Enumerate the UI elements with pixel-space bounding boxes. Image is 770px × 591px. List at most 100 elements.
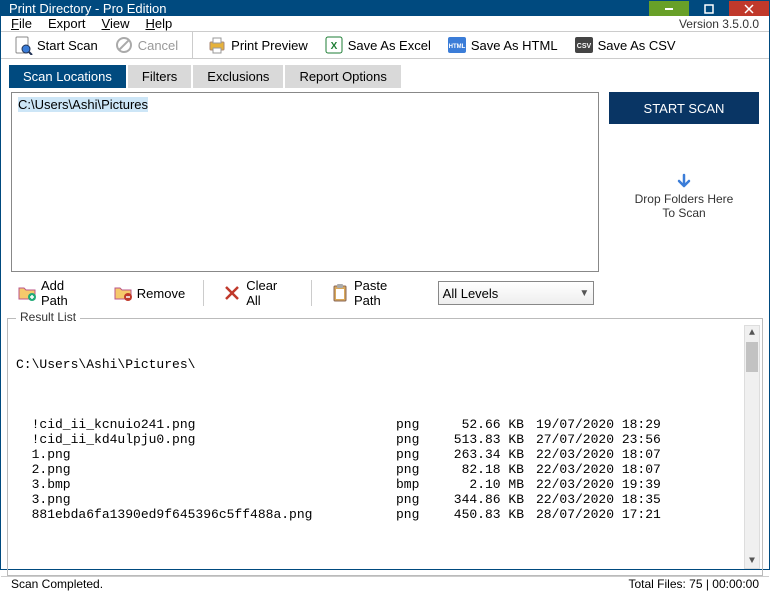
clear-all-button[interactable]: Clear All (216, 276, 299, 310)
app-window: Print Directory - Pro Edition File Expor… (0, 0, 770, 570)
save-csv-button[interactable]: CSV Save As CSV (568, 33, 682, 57)
printer-icon (207, 35, 227, 55)
close-button[interactable] (729, 1, 769, 16)
remove-path-button[interactable]: Remove (107, 281, 191, 305)
file-ext: png (396, 447, 441, 462)
scrollbar[interactable]: ▲ ▼ (744, 325, 760, 569)
file-size: 52.66 KB (441, 417, 536, 432)
clear-icon (222, 283, 242, 303)
start-scan-button[interactable]: Start Scan (7, 33, 104, 57)
excel-icon: X (324, 35, 344, 55)
print-preview-label: Print Preview (231, 38, 308, 53)
result-row[interactable]: 2.pngpng82.18 KB22/03/2020 18:07 (16, 462, 742, 477)
toolbar-separator (192, 32, 193, 58)
file-size: 450.83 KB (441, 507, 536, 522)
add-path-button[interactable]: Add Path (11, 276, 99, 310)
close-icon (744, 4, 754, 14)
window-title: Print Directory - Pro Edition (9, 1, 167, 16)
status-message: Scan Completed. (11, 577, 103, 591)
file-name: 3.png (16, 492, 396, 507)
titlebar-buttons (649, 1, 769, 16)
file-name: !cid_ii_kcnuio241.png (16, 417, 396, 432)
levels-dropdown[interactable]: All Levels ▼ (438, 281, 595, 305)
file-ext: png (396, 432, 441, 447)
tab-report-options[interactable]: Report Options (285, 65, 400, 88)
save-excel-label: Save As Excel (348, 38, 431, 53)
file-name: 881ebda6fa1390ed9f645396c5ff488a.png (16, 507, 396, 522)
add-path-label: Add Path (41, 278, 93, 308)
file-date: 22/03/2020 18:35 (536, 492, 696, 507)
file-ext: png (396, 417, 441, 432)
levels-value: All Levels (443, 286, 499, 301)
file-date: 19/07/2020 18:29 (536, 417, 696, 432)
result-row[interactable]: 1.pngpng263.34 KB22/03/2020 18:07 (16, 447, 742, 462)
file-ext: png (396, 507, 441, 522)
scroll-down-icon[interactable]: ▼ (745, 553, 759, 569)
svg-text:HTML: HTML (449, 44, 466, 50)
menu-items: File Export View Help (11, 16, 172, 31)
svg-text:X: X (330, 41, 337, 52)
paths-toolbar-sep-2 (311, 280, 312, 306)
save-excel-button[interactable]: X Save As Excel (318, 33, 437, 57)
status-totals: Total Files: 75 | 00:00:00 (628, 577, 759, 591)
file-name: 2.png (16, 462, 396, 477)
tabbar: Scan Locations Filters Exclusions Report… (1, 65, 769, 88)
result-row[interactable]: !cid_ii_kd4ulpju0.pngpng513.83 KB27/07/2… (16, 432, 742, 447)
start-scan-big-button[interactable]: START SCAN (609, 92, 759, 124)
save-html-button[interactable]: HTML Save As HTML (441, 33, 564, 57)
tab-scan-locations[interactable]: Scan Locations (9, 65, 126, 88)
file-name: 3.bmp (16, 477, 396, 492)
file-name: 1.png (16, 447, 396, 462)
clear-all-label: Clear All (246, 278, 293, 308)
file-date: 27/07/2020 23:56 (536, 432, 696, 447)
scroll-thumb[interactable] (746, 342, 758, 372)
maximize-button[interactable] (689, 1, 729, 16)
menu-export[interactable]: Export (48, 16, 86, 31)
path-item-selected[interactable]: C:\Users\Ashi\Pictures (18, 97, 148, 112)
file-ext: png (396, 492, 441, 507)
result-row[interactable]: 881ebda6fa1390ed9f645396c5ff488a.pngpng4… (16, 507, 742, 522)
chevron-down-icon: ▼ (579, 288, 589, 299)
paths-listbox[interactable]: C:\Users\Ashi\Pictures (11, 92, 599, 272)
print-preview-button[interactable]: Print Preview (201, 33, 314, 57)
result-header-path: C:\Users\Ashi\Pictures\ (16, 357, 742, 372)
cancel-icon (114, 35, 134, 55)
result-row[interactable]: 3.bmpbmp2.10 MB22/03/2020 19:39 (16, 477, 742, 492)
paste-path-label: Paste Path (354, 278, 416, 308)
toolbar: Start Scan Cancel Print Preview X Save A… (1, 32, 769, 59)
result-row[interactable]: 3.pngpng344.86 KB22/03/2020 18:35 (16, 492, 742, 507)
start-scan-label: Start Scan (37, 38, 98, 53)
minimize-icon (664, 4, 674, 14)
file-ext: png (396, 462, 441, 477)
paths-toolbar-sep (203, 280, 204, 306)
result-row[interactable]: !cid_ii_kcnuio241.pngpng52.66 KB19/07/20… (16, 417, 742, 432)
menubar: File Export View Help Version 3.5.0.0 (1, 16, 769, 32)
svg-text:CSV: CSV (576, 43, 591, 50)
down-arrow-icon (674, 172, 694, 192)
file-size: 263.34 KB (441, 447, 536, 462)
result-group: Result List C:\Users\Ashi\Pictures\ !cid… (7, 318, 763, 576)
version-label: Version 3.5.0.0 (679, 17, 759, 31)
folder-add-icon (17, 283, 37, 303)
tab-exclusions[interactable]: Exclusions (193, 65, 283, 88)
html-icon: HTML (447, 35, 467, 55)
save-html-label: Save As HTML (471, 38, 558, 53)
statusbar: Scan Completed. Total Files: 75 | 00:00:… (1, 576, 769, 591)
csv-icon: CSV (574, 35, 594, 55)
save-csv-label: Save As CSV (598, 38, 676, 53)
cancel-label: Cancel (138, 38, 178, 53)
result-list[interactable]: C:\Users\Ashi\Pictures\ !cid_ii_kcnuio24… (8, 319, 762, 575)
tab-filters[interactable]: Filters (128, 65, 191, 88)
scan-locations-panel: C:\Users\Ashi\Pictures START SCAN Drop F… (1, 88, 769, 272)
paste-path-button[interactable]: Paste Path (324, 276, 422, 310)
menu-view[interactable]: View (102, 16, 130, 31)
menu-help[interactable]: Help (146, 16, 173, 31)
drop-hint-line2: To Scan (662, 206, 705, 220)
paths-toolbar: Add Path Remove Clear All Paste Path All… (1, 272, 769, 316)
scroll-up-icon[interactable]: ▲ (745, 325, 759, 341)
file-size: 2.10 MB (441, 477, 536, 492)
file-date: 22/03/2020 18:07 (536, 462, 696, 477)
minimize-button[interactable] (649, 1, 689, 16)
file-size: 513.83 KB (441, 432, 536, 447)
menu-file[interactable]: File (11, 16, 32, 31)
